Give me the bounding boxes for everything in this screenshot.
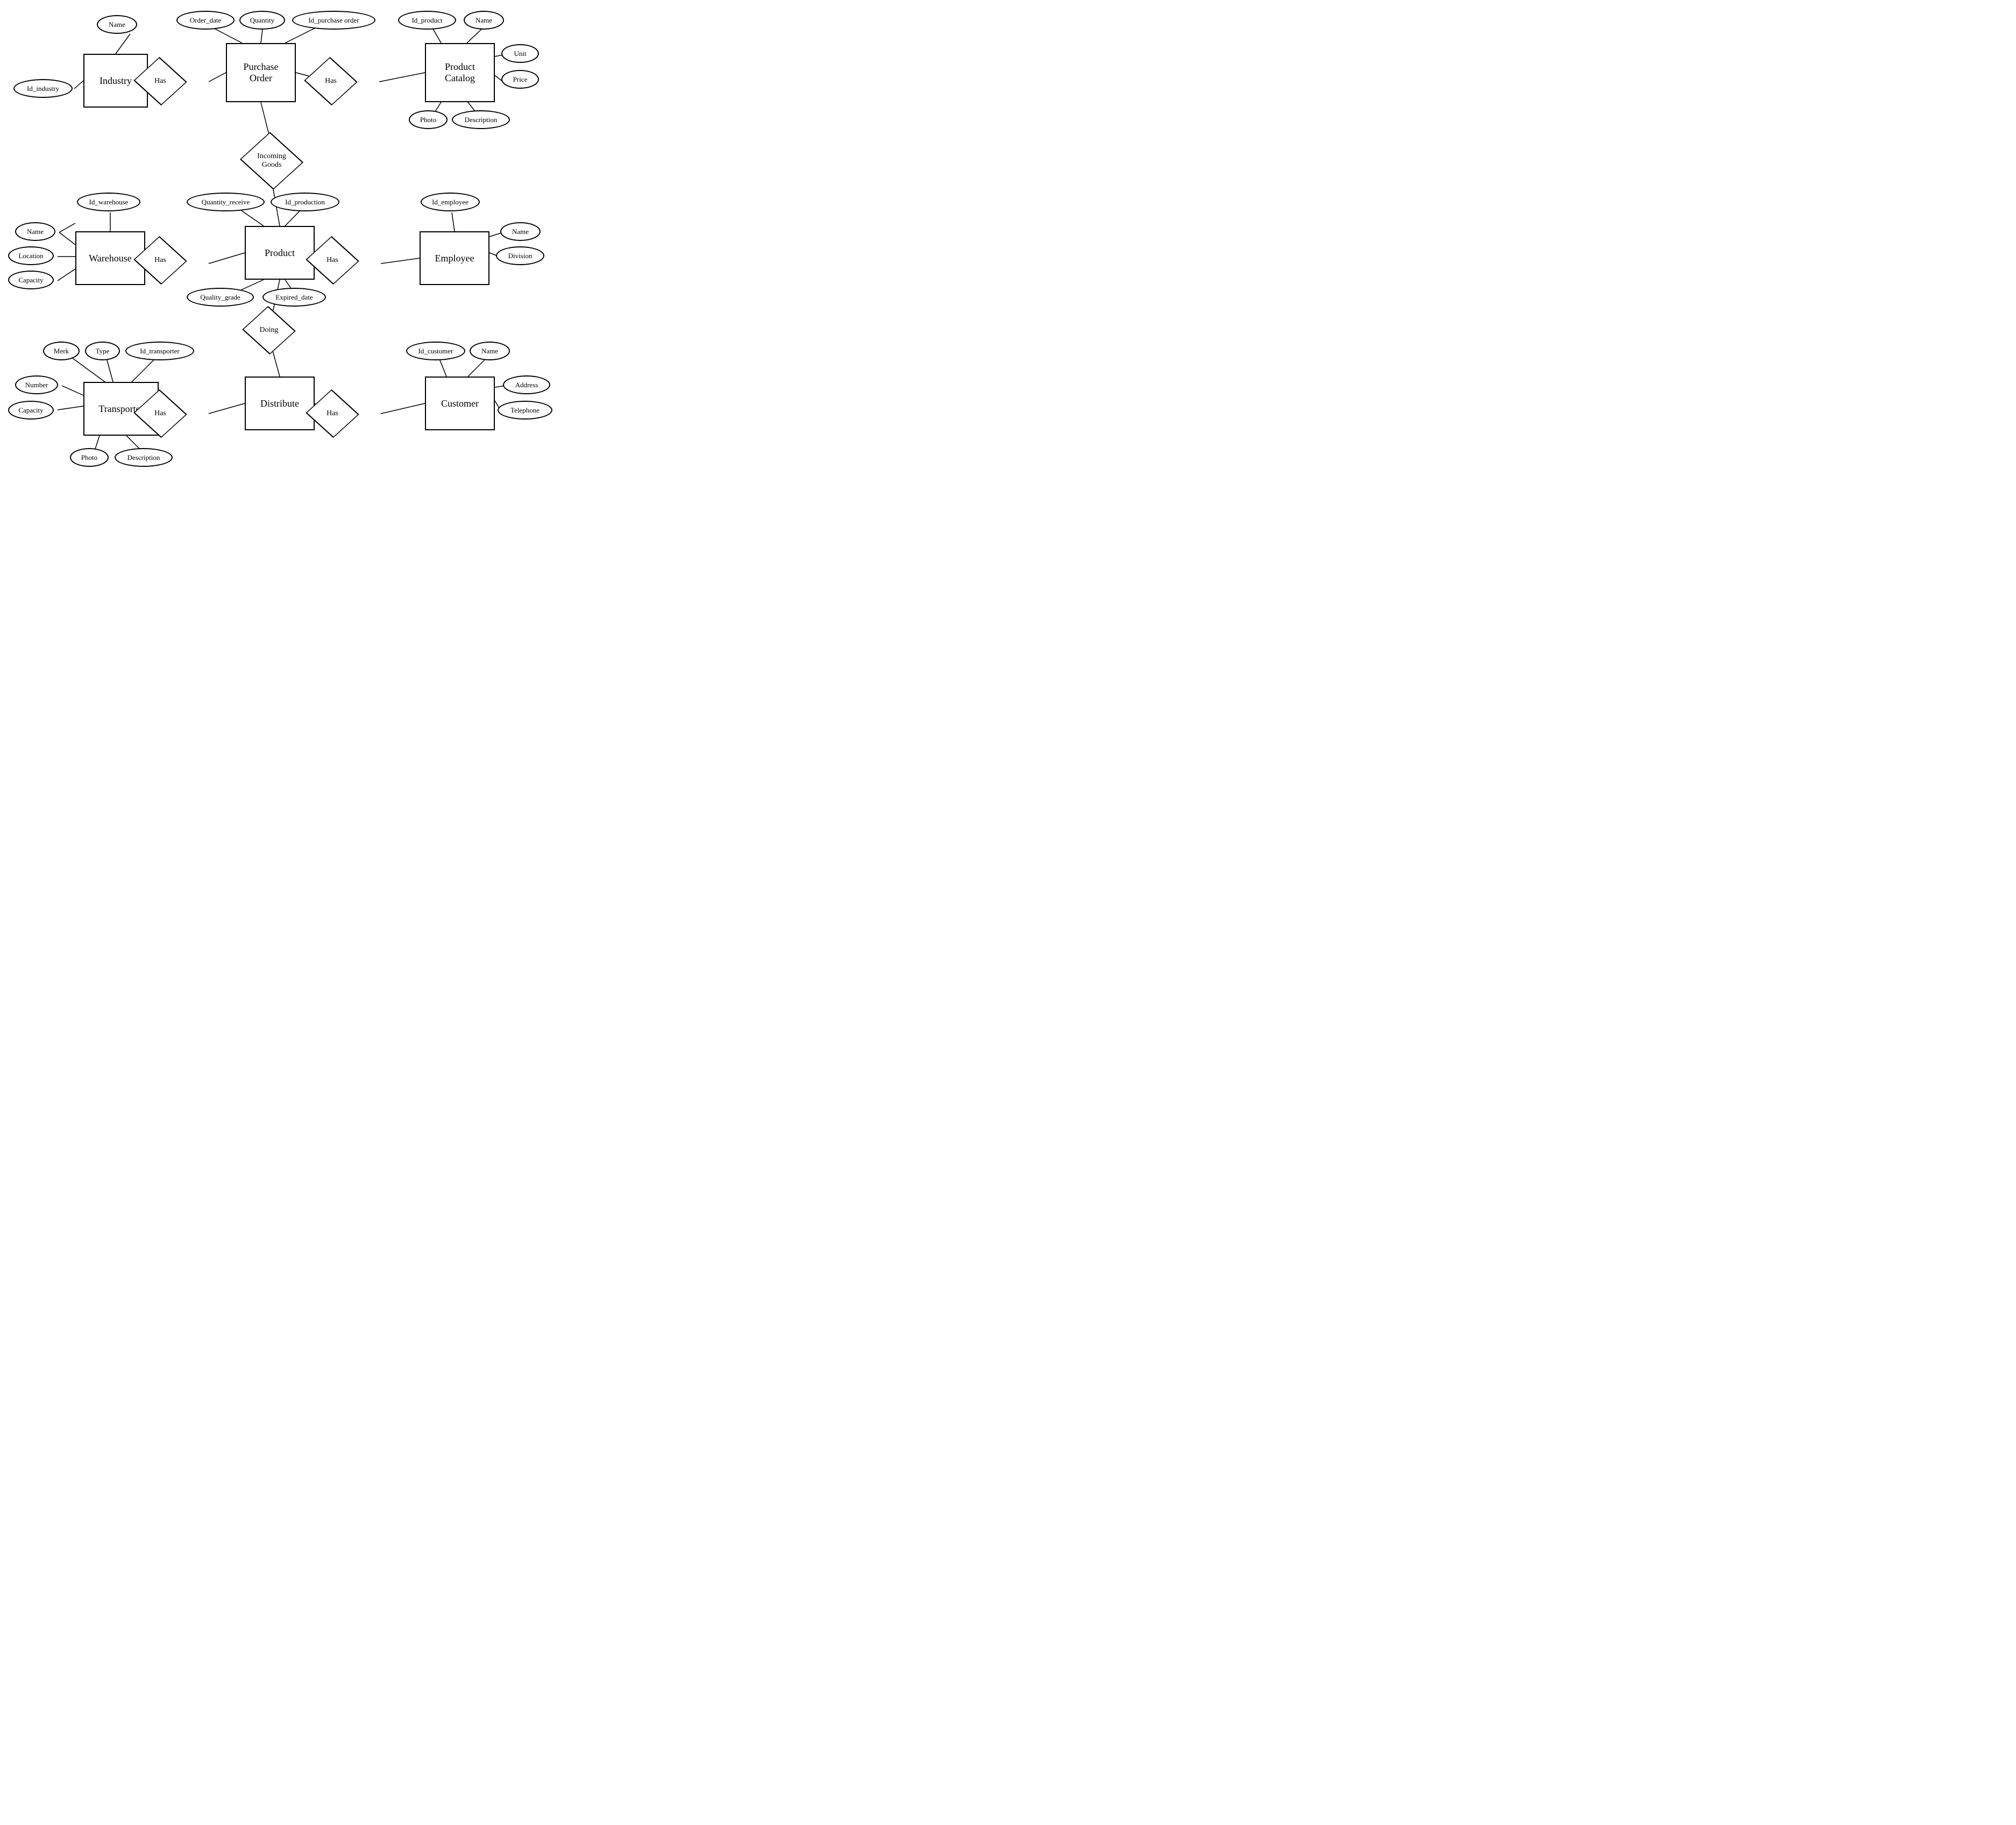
- entity-purchase-order: Purchase Order: [226, 43, 296, 102]
- entity-customer: Customer: [425, 377, 495, 430]
- attr-wh-name: Name: [15, 222, 55, 241]
- attr-prod-expired: Expired_date: [262, 288, 326, 307]
- entity-purchase-order-label: Purchase Order: [244, 61, 279, 84]
- attr-tr-number: Number: [15, 375, 58, 394]
- attr-cust-name: Name: [470, 342, 510, 360]
- attr-cust-id: Id_customer: [406, 342, 465, 360]
- relationship-has6: Has: [308, 398, 357, 429]
- attr-tr-type: Type: [85, 342, 120, 360]
- attr-tr-id: Id_transporter: [125, 342, 194, 360]
- attr-po-order-date: Order_date: [176, 11, 235, 30]
- relationship-has2: Has: [307, 66, 355, 97]
- relationship-has1: Has: [136, 66, 184, 97]
- entity-warehouse-label: Warehouse: [89, 253, 132, 264]
- attr-tr-photo: Photo: [70, 448, 109, 467]
- attr-cust-address: Address: [503, 375, 550, 394]
- entity-industry-label: Industry: [100, 75, 132, 87]
- relationship-has4: Has: [308, 245, 357, 276]
- attr-pc-id: Id_product: [398, 11, 456, 30]
- attr-po-id: Id_purchase order: [292, 11, 375, 30]
- relationship-doing: Doing: [245, 315, 293, 346]
- relationship-incoming-goods: Incoming Goods: [242, 143, 301, 179]
- attr-prod-id: Id_production: [271, 193, 339, 211]
- attr-pc-price: Price: [501, 70, 539, 89]
- entity-distribute: Distribute: [245, 377, 315, 430]
- attr-emp-division: Division: [496, 246, 544, 265]
- entity-product-label: Product: [265, 247, 295, 259]
- relationship-has3: Has: [136, 245, 184, 276]
- entity-employee: Employee: [420, 231, 489, 285]
- attr-pc-name: Name: [464, 11, 504, 30]
- attr-pc-description: Description: [452, 110, 510, 129]
- entity-product-catalog: Product Catalog: [425, 43, 495, 102]
- attr-industry-id: Id_industry: [13, 79, 73, 98]
- attr-emp-id: Id_employee: [421, 193, 480, 211]
- attr-tr-merk: Merk: [43, 342, 80, 360]
- attr-cust-telephone: Telephone: [498, 401, 552, 420]
- attr-pc-unit: Unit: [501, 44, 539, 63]
- attr-wh-capacity: Capacity: [8, 271, 54, 289]
- attr-pc-photo: Photo: [409, 110, 448, 129]
- attr-wh-location: Location: [8, 246, 54, 265]
- er-diagram: Industry Purchase Order Product Catalog …: [0, 0, 592, 538]
- attr-prod-quality: Quality_grade: [187, 288, 254, 307]
- attr-prod-qty-recv: Quantity_receive: [187, 193, 265, 211]
- attr-emp-name: Name: [500, 222, 541, 241]
- attr-tr-description: Description: [115, 448, 173, 467]
- attr-industry-name: Name: [97, 15, 137, 34]
- entity-product-catalog-label: Product Catalog: [445, 61, 475, 84]
- relationship-has5: Has: [136, 398, 184, 429]
- attr-po-quantity: Quantity: [239, 11, 285, 30]
- entity-product: Product: [245, 226, 315, 280]
- attr-tr-capacity: Capacity: [8, 401, 54, 420]
- entity-employee-label: Employee: [435, 253, 474, 264]
- entity-customer-label: Customer: [441, 398, 479, 409]
- attr-wh-id: Id_warehouse: [77, 193, 140, 211]
- entity-distribute-label: Distribute: [260, 398, 299, 409]
